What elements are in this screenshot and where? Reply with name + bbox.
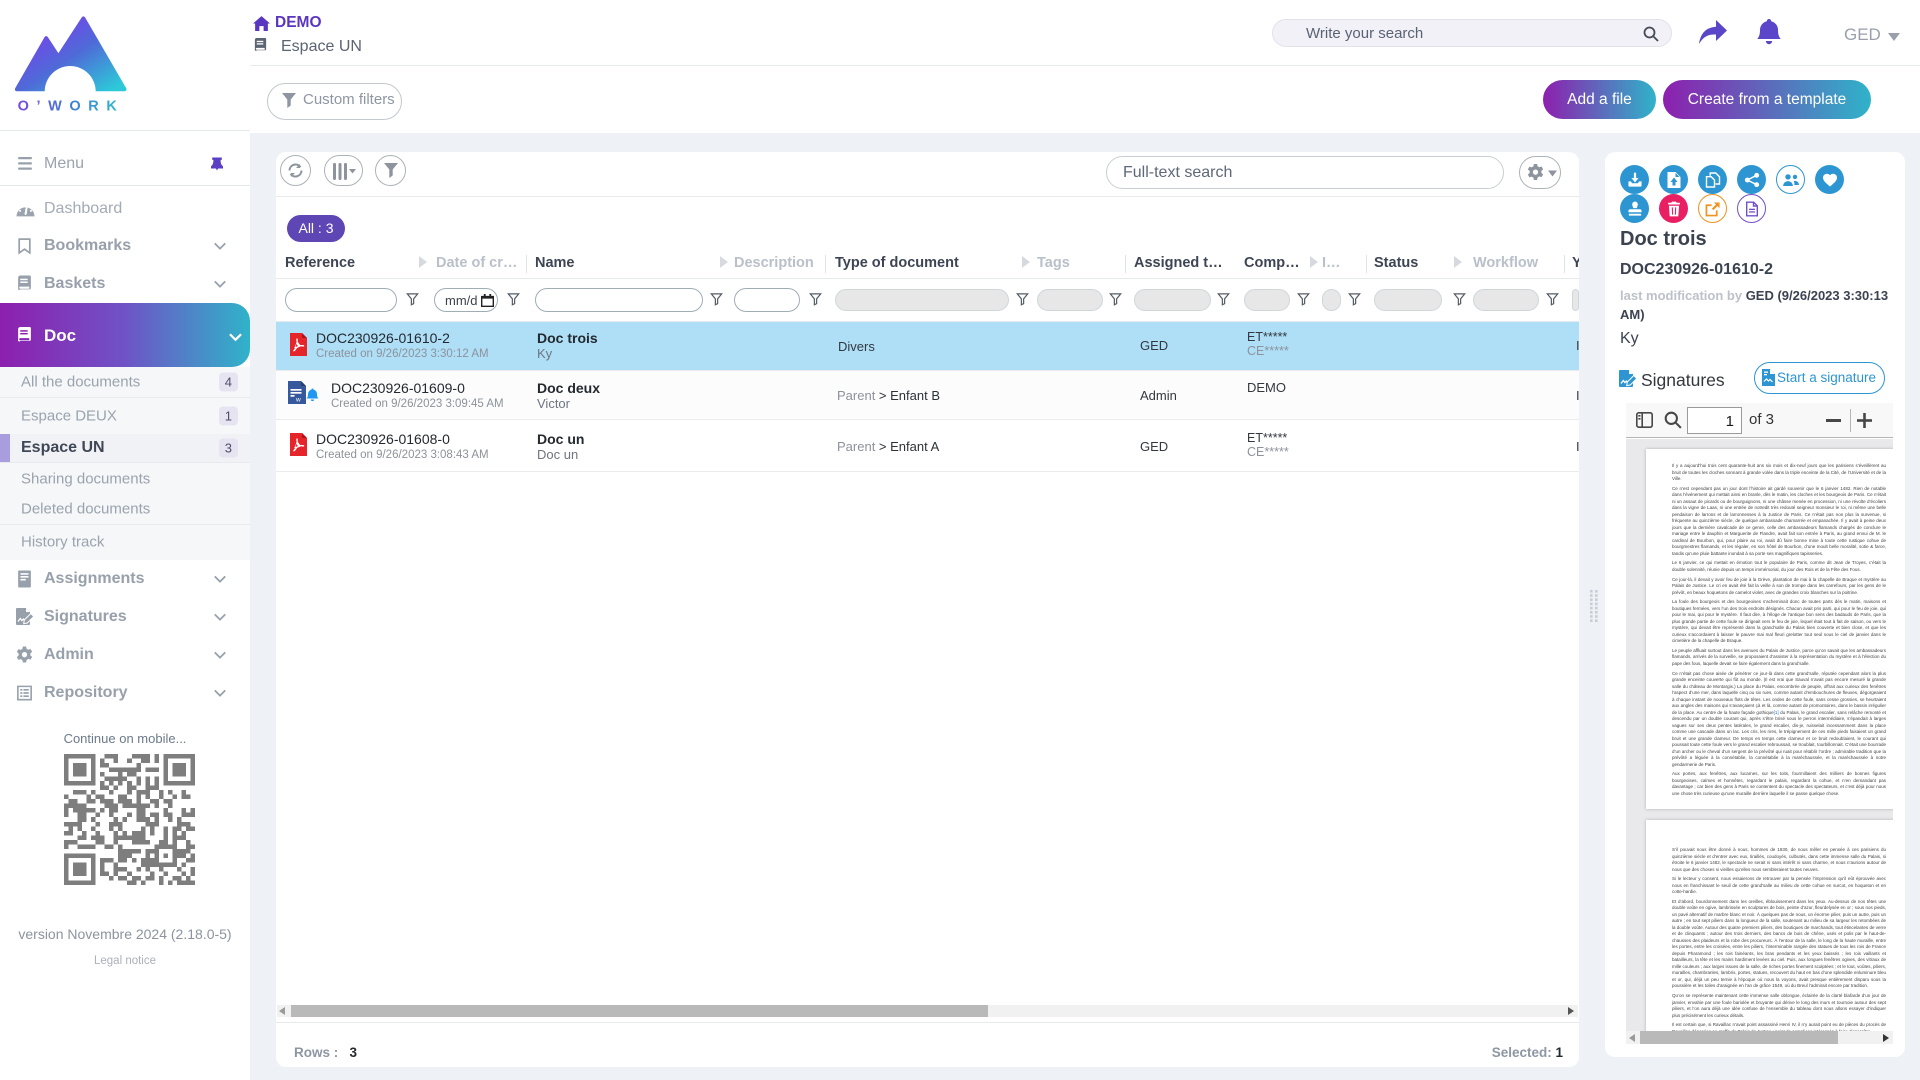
svg-text:w: w xyxy=(295,397,301,404)
svg-text:O’WORK: O’WORK xyxy=(18,99,125,115)
